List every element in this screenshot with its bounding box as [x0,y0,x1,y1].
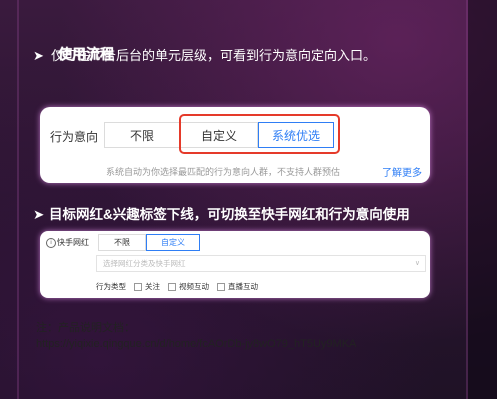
section-heading: ➤ 目标网红&兴趣标签下线，可切换至快手网红和行为意向使用 [33,203,410,223]
behavior-type-row: 行为类型 关注 视频互动 直播互动 [96,281,258,292]
highlight-box [179,114,340,154]
option-custom[interactable]: 自定义 [146,234,200,251]
doc-note-label: 注：产品说明文档： [36,322,135,334]
arrow-icon: ➤ [33,48,44,63]
option-unlimited[interactable]: 不限 [104,122,180,148]
behavior-intent-label: 行为意向 [50,130,99,144]
influencer-select-input[interactable]: 选择网红分类及快手网红 ∨ [96,255,426,272]
behavior-hint-text: 系统自动为你选择最匹配的行为意向人群，不支持人群预估 [106,167,341,177]
section-heading-text: 目标网红&兴趣标签下线，可切换至快手网红和行为意向使用 [49,207,410,222]
live-interaction-checkbox-label: 直播互动 [228,282,258,291]
kuaishou-influencer-card: i 快手网红 不限 自定义 选择网红分类及快手网红 ∨ 行为类型 关注 视频互动… [40,231,430,298]
follow-checkbox[interactable] [134,282,142,291]
info-icon: i [46,238,56,248]
behavior-intent-card: 行为意向 不限 自定义 系统优选 系统自动为你选择最匹配的行为意向人群，不支持人… [40,107,430,183]
doc-url-link[interactable]: https://yiqixie.qingque.cn/d/home/fcAOrD… [36,338,356,350]
follow-checkbox-label: 关注 [145,282,160,291]
behavior-type-label: 行为类型 [96,282,126,291]
video-interaction-checkbox[interactable] [168,282,176,291]
right-edge-strip [468,0,497,399]
option-unlimited[interactable]: 不限 [98,234,146,251]
intro-title: 使用流程 [58,46,114,62]
frame-left-border [17,0,19,399]
learn-more-link[interactable]: 了解更多 [382,164,422,179]
arrow-icon: ➤ [33,207,45,222]
influencer-select-placeholder: 选择网红分类及快手网红 [103,259,186,268]
video-interaction-checkbox-label: 视频互动 [179,282,209,291]
live-interaction-checkbox[interactable] [217,282,225,291]
kuaishou-influencer-label: 快手网红 [57,238,89,247]
chevron-down-icon[interactable]: ∨ [415,256,420,271]
intro-section: ➤ 仅可在广告后台的单元层级，可看到行为意向定向入口。 使用流程 [33,46,383,66]
